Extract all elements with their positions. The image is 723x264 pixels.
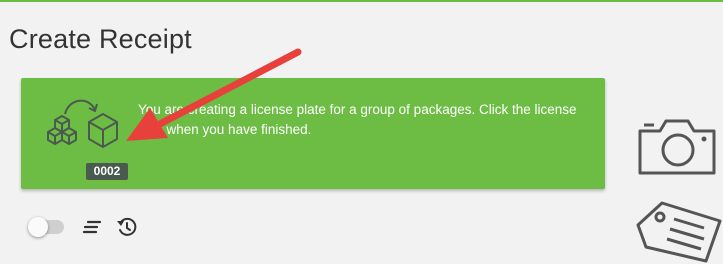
create-receipt-page: Create Receipt 0002 You are creating a l…	[0, 0, 723, 264]
license-plate-number: 0002	[86, 163, 128, 180]
boxes-to-box-icon	[47, 99, 118, 148]
toggle-switch[interactable]	[28, 217, 64, 237]
tag-icon[interactable]	[630, 197, 723, 263]
lines-icon[interactable]	[82, 219, 102, 235]
history-icon[interactable]	[116, 216, 138, 238]
top-accent-rule	[0, 0, 723, 2]
license-plate-banner: 0002 You are creating a license plate fo…	[21, 78, 605, 189]
toggle-knob	[28, 217, 48, 237]
license-icon[interactable]: 0002	[41, 90, 128, 180]
banner-message: You are creating a license plate for a g…	[138, 102, 577, 137]
camera-icon[interactable]	[636, 115, 720, 177]
page-title: Create Receipt	[9, 24, 192, 54]
